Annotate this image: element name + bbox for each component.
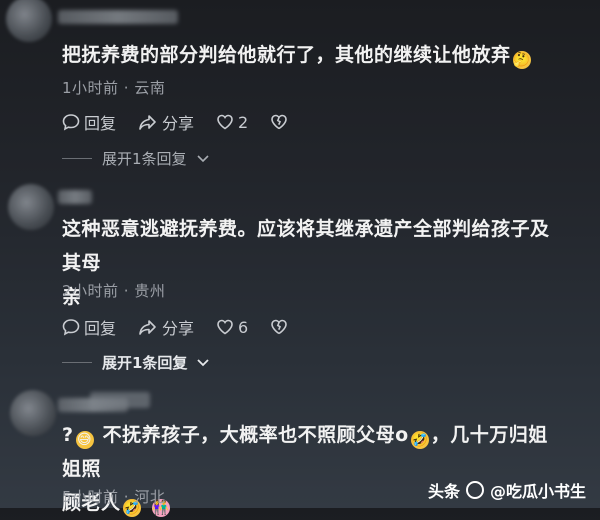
broken-heart-icon [271, 114, 288, 130]
share-label: 分享 [162, 319, 195, 338]
comment-bubble-icon [62, 319, 80, 336]
username-blurred[interactable] [58, 10, 178, 24]
comment-text-line-1: ? 😅 不抚养孩子，大概率也不照顾父母o 🤣 ，几十万归姐姐照 [62, 418, 560, 486]
divider-line [62, 158, 92, 159]
watermark-handle: @吃瓜小书生 [489, 482, 586, 501]
text-segment: ? [62, 424, 74, 446]
rofl-icon: 🤣 [410, 431, 429, 449]
like-button[interactable]: 2 [216, 113, 248, 132]
expand-replies-label: 展开1条回复 [102, 354, 188, 372]
reply-label: 回复 [84, 114, 117, 133]
reply-label: 回复 [84, 319, 117, 338]
expand-replies-label: 展开1条回复 [102, 150, 187, 168]
reply-button[interactable]: 回复 [62, 315, 116, 339]
share-button[interactable]: 分享 [138, 110, 194, 134]
chevron-down-icon [196, 154, 209, 162]
comment-text-line-1: 这种恶意逃避抚养费。应该将其继承遗产全部判给孩子及其母 [62, 218, 550, 274]
heart-icon [217, 319, 233, 335]
comment-text-content: 把抚养费的部分判给他就行了，其他的继续让他放弃 [62, 44, 511, 66]
comment-meta: 1小时前 · 云南 [62, 79, 166, 97]
dislike-button[interactable] [270, 318, 288, 336]
dislike-button[interactable] [270, 113, 288, 131]
chevron-down-icon [197, 358, 210, 366]
user-badge-blurred [90, 392, 150, 408]
share-button[interactable]: 分享 [138, 315, 194, 339]
avatar[interactable] [8, 184, 54, 230]
comment-actions: 回复 分享 6 [62, 315, 288, 339]
heart-icon [217, 114, 233, 130]
broken-heart-icon [271, 319, 288, 335]
comment-bubble-icon [62, 114, 80, 131]
avatar[interactable] [10, 390, 56, 436]
comment-text: 把抚养费的部分判给他就行了，其他的继续让他放弃 🤔 [62, 38, 560, 72]
at-icon [465, 481, 484, 499]
watermark-brand: 头条 [427, 482, 460, 501]
expand-replies[interactable]: 展开1条回复 [62, 352, 210, 373]
comment-actions: 回复 分享 2 [62, 110, 288, 134]
reply-button[interactable]: 回复 [62, 110, 116, 134]
like-count: 6 [238, 317, 249, 337]
expand-replies[interactable]: 展开1条回复 [62, 148, 209, 169]
divider-line [62, 362, 92, 363]
share-arrow-icon [139, 320, 156, 335]
avatar[interactable] [6, 0, 52, 42]
text-segment: 不抚养孩子，大概率也不照顾父母o [102, 424, 409, 446]
share-label: 分享 [162, 114, 195, 133]
comment-meta: 5小时前 · 河北 [62, 488, 166, 506]
watermark: 头条 @吃瓜小书生 [428, 478, 586, 502]
thinking-face-icon: 🤔 [512, 51, 531, 69]
grinning-sweat-icon: 😅 [75, 431, 94, 449]
like-button[interactable]: 6 [216, 318, 248, 337]
share-arrow-icon [139, 115, 156, 130]
username-blurred[interactable] [58, 190, 92, 204]
like-count: 2 [238, 112, 249, 132]
comment-meta: 2小时前 · 贵州 [62, 282, 166, 300]
